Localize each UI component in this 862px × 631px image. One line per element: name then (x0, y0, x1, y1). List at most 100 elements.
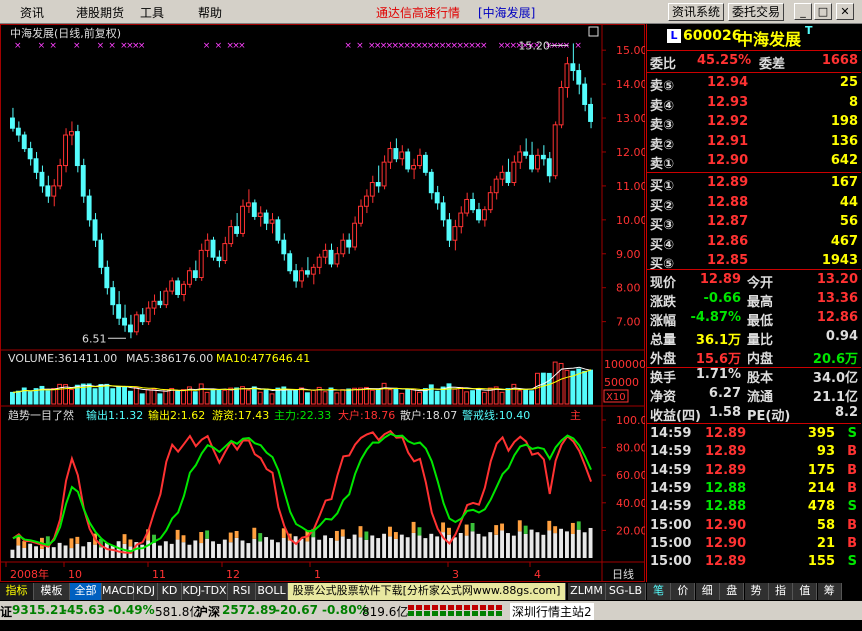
signal-mark: × (563, 41, 571, 51)
volume-bar (51, 388, 57, 405)
indicator-bar (51, 547, 56, 558)
candle-body (540, 154, 546, 160)
menu-help[interactable]: 帮助 (198, 4, 222, 21)
tab-kdj[interactable]: KDJ (134, 583, 158, 600)
maximize-button[interactable]: □ (814, 3, 832, 20)
indicator-bar-top (500, 523, 505, 531)
candle (405, 148, 411, 173)
close-button[interactable]: ✕ (836, 3, 854, 20)
candle-body (558, 87, 564, 126)
trade-price: 12.89 (705, 426, 747, 441)
indicator-bar (63, 545, 68, 558)
candle (428, 168, 434, 200)
tab-模板[interactable]: 模板 (34, 583, 70, 600)
stat-row: 总量 36.1万 量比 0.94 (647, 328, 861, 348)
volume-bar (511, 383, 517, 405)
candle-body (588, 103, 594, 122)
candle (216, 250, 222, 268)
buy-level-price: 12.88 (707, 194, 749, 210)
volume-bar (139, 393, 145, 405)
tab-sglb[interactable]: SG-LB (606, 583, 646, 600)
panel-tab-3[interactable]: 盘 (720, 583, 745, 600)
candle (98, 233, 104, 275)
candle-body (192, 270, 198, 279)
candle (470, 192, 476, 214)
sh-amount: 581.8亿 (155, 605, 202, 619)
stat-value: 20.6万 (812, 352, 858, 367)
indicator-bar (116, 541, 121, 558)
stat-value: 21.1亿 (812, 390, 858, 405)
candle-body (175, 280, 181, 295)
sz-change: -20.67 (275, 603, 318, 617)
candle (352, 216, 358, 251)
indicator-bar (411, 532, 416, 558)
buy-level-price: 12.87 (707, 214, 749, 230)
tab-zlmm[interactable]: ZLMM (568, 583, 606, 600)
buy-level-price: 12.85 (707, 253, 749, 269)
tab-指标[interactable]: 指标 (0, 583, 34, 600)
trade-time: 14:59 (650, 444, 692, 460)
tab-boll[interactable]: BOLL (256, 583, 288, 600)
candle (63, 128, 68, 173)
tab-kd[interactable]: KD (158, 583, 182, 600)
volume-bar (116, 386, 122, 405)
trade-volume: 478 (807, 499, 835, 515)
panel-tab-0[interactable]: 笔 (647, 583, 671, 600)
buy-level: 买① 12.89 167 (647, 174, 861, 194)
kline-chart[interactable]: × × × × × × ×××× × × ××× × × ×××××××××××××××××××× ×××… (0, 24, 648, 582)
trade-button[interactable]: 委托交易 (728, 3, 785, 21)
tab-macd[interactable]: MACD (102, 583, 135, 600)
indicator-bar-top (175, 529, 180, 540)
indicator-bar (93, 544, 97, 558)
server-name[interactable]: 深圳行情主站2 (510, 603, 594, 620)
indicator-bar (364, 539, 369, 558)
volume-bar (287, 390, 293, 405)
minimize-button[interactable]: _ (794, 3, 812, 20)
sz-label: 沪深 (196, 605, 221, 619)
volume-bar (434, 390, 440, 405)
indicator-bar (22, 548, 27, 558)
ad-banner[interactable]: 股票公式股票软件下载[分析家公式网www.88gs.com] (288, 583, 566, 600)
panel-tab-7[interactable]: 筹 (817, 583, 842, 600)
panel-tab-4[interactable]: 势 (744, 583, 769, 600)
volume-bar (92, 388, 98, 405)
indicator-bar (541, 534, 546, 558)
indicator-bar-top (228, 532, 233, 543)
panel-tab-2[interactable]: 细 (695, 583, 720, 600)
candle-body (10, 117, 15, 129)
panel-tab-1[interactable]: 价 (671, 583, 696, 600)
menu-hk-futures[interactable]: 港股期货 (76, 4, 124, 21)
menu-tools[interactable]: 工具 (140, 4, 164, 21)
indicator-bar (187, 544, 192, 558)
chart-area[interactable]: × × × × × × × × × × × × × × × × × × × × × × × × × × × × × × × × × × × × × × × ×… (0, 24, 648, 582)
signal-marks: × × × × × × ×××× × × ××× × × ×××××××××××××××××××× ×××… (14, 41, 582, 51)
menu-news[interactable]: 资讯 (20, 4, 44, 21)
candle (181, 280, 186, 302)
stat-value: 6.27 (708, 386, 741, 401)
buy-level-label: 买③ (650, 218, 675, 234)
trade-side: B (847, 444, 857, 460)
candle (92, 213, 98, 247)
buy-level-volume: 1943 (821, 253, 858, 269)
candle-body (328, 249, 334, 265)
tab-rsi[interactable]: RSI (228, 583, 256, 600)
indicator-bar (393, 538, 398, 558)
candle-body (86, 195, 92, 221)
ind-tick-label: 80.00 (616, 442, 645, 455)
sell-level-label: 卖① (650, 157, 675, 173)
sell-level-price: 12.92 (707, 114, 749, 130)
trade-side: S (847, 499, 857, 515)
info-system-button[interactable]: 资讯系统 (668, 3, 725, 21)
candle (86, 189, 92, 227)
indicator-bar (358, 537, 363, 558)
tab-全部[interactable]: 全部 (70, 583, 102, 600)
volume-bar (523, 389, 529, 405)
tab-kdj-tdx[interactable]: KDJ-TDX (182, 583, 228, 600)
panel-tab-5[interactable]: 指 (769, 583, 793, 600)
indicator-bar (270, 539, 274, 558)
candle (281, 233, 287, 261)
trade-volume: 395 (807, 426, 835, 441)
indicator-bar (305, 541, 310, 558)
volume-bar (505, 388, 511, 405)
panel-tab-6[interactable]: 值 (793, 583, 818, 600)
